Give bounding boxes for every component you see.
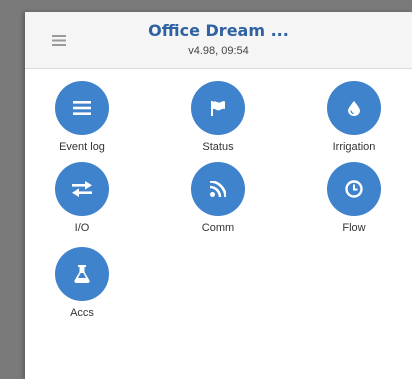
status-button[interactable]: Status	[163, 81, 273, 161]
app-panel: Office Dream ... v4.98, 09:54 Event log …	[25, 12, 412, 379]
irrigation-circle	[327, 81, 381, 135]
status-circle	[191, 81, 245, 135]
flag-icon	[211, 101, 225, 116]
exchange-arrows-icon	[72, 181, 92, 197]
flask-icon	[74, 265, 90, 283]
comm-button[interactable]: Comm	[163, 162, 273, 242]
page-title: Office Dream ...	[148, 21, 289, 40]
accs-label: Accs	[70, 307, 94, 319]
accs-button[interactable]: Accs	[27, 247, 137, 327]
io-button[interactable]: I/O	[27, 162, 137, 242]
list-icon	[73, 101, 91, 115]
app-header: Office Dream ... v4.98, 09:54	[25, 12, 412, 69]
comm-circle	[191, 162, 245, 216]
event-log-circle	[55, 81, 109, 135]
flow-circle	[327, 162, 381, 216]
event-log-button[interactable]: Event log	[27, 81, 137, 161]
accs-circle	[55, 247, 109, 301]
event-log-label: Event log	[59, 141, 105, 153]
flow-button[interactable]: Flow	[299, 162, 409, 242]
io-label: I/O	[74, 222, 90, 234]
comm-label: Comm	[201, 222, 235, 234]
version-time: v4.98, 09:54	[188, 45, 249, 57]
irrigation-button[interactable]: Irrigation	[299, 81, 409, 161]
flow-label: Flow	[342, 222, 366, 234]
io-circle	[55, 162, 109, 216]
irrigation-label: Irrigation	[332, 141, 376, 153]
clock-icon	[345, 180, 363, 198]
rss-feed-icon	[210, 181, 226, 197]
water-drop-icon	[348, 100, 360, 116]
status-label: Status	[202, 141, 234, 153]
